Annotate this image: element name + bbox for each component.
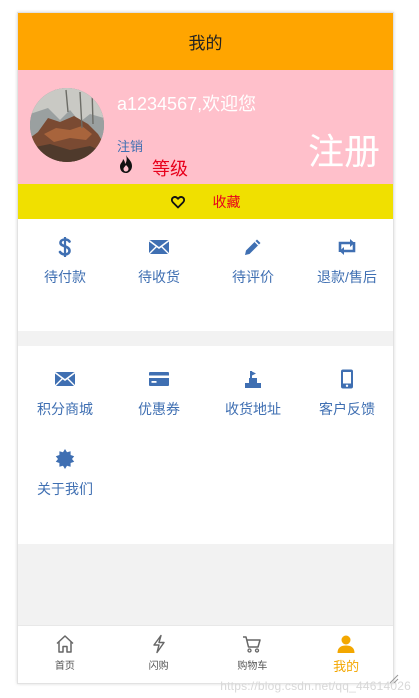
grid-label: 待收货: [138, 269, 180, 285]
level-label[interactable]: 等级: [152, 155, 188, 181]
grid-label: 退款/售后: [317, 269, 377, 285]
grid-label: 待付款: [44, 269, 86, 285]
heart-icon: [170, 195, 185, 208]
grid-item-pending-payment[interactable]: 待付款: [18, 236, 112, 287]
watermark: https://blog.csdn.net/qq_44614026: [220, 679, 411, 693]
phone-icon: [336, 368, 358, 390]
title-bar: 我的: [18, 13, 393, 70]
logout-link[interactable]: 注销: [117, 136, 143, 155]
badge-icon: [54, 448, 76, 470]
phone-frame: 我的 a1234567,欢迎您 注销 等级 注册 收藏 待付款 待收货 待评价 …: [17, 12, 394, 684]
profile-header: a1234567,欢迎您 注销 等级 注册: [18, 70, 393, 184]
tab-flash-sale[interactable]: 闪购: [112, 626, 206, 683]
grid-item-points-mall[interactable]: 积分商城: [18, 368, 112, 419]
lightning-icon: [148, 633, 170, 655]
grid-item-refund[interactable]: 退款/售后: [300, 236, 393, 287]
orders-card: 待付款 待收货 待评价 退款/售后: [18, 219, 393, 331]
tab-home[interactable]: 首页: [18, 626, 112, 683]
services-card: 积分商城 优惠券 收货地址 客户反馈 关于我们: [18, 346, 393, 544]
grid-label: 收货地址: [225, 401, 281, 417]
grid-item-address[interactable]: 收货地址: [206, 368, 300, 419]
envelope-icon: [54, 368, 76, 390]
grid-item-pending-review[interactable]: 待评价: [206, 236, 300, 287]
map-pin-icon: [242, 368, 264, 390]
grid-label: 客户反馈: [319, 401, 375, 417]
page-title: 我的: [188, 34, 223, 53]
resize-handle-icon[interactable]: [389, 674, 399, 684]
user-icon: [335, 633, 357, 655]
register-button[interactable]: 注册: [308, 123, 380, 175]
home-icon: [54, 633, 76, 655]
dollar-icon: [54, 236, 76, 258]
tab-label: 购物车: [237, 661, 268, 672]
tab-label: 首页: [54, 661, 75, 672]
tab-mine[interactable]: 我的: [299, 626, 393, 683]
avatar[interactable]: [30, 88, 104, 162]
tab-label: 我的: [333, 659, 360, 674]
fire-icon: [120, 155, 132, 173]
tab-label: 闪购: [148, 661, 169, 672]
grid-item-about-us[interactable]: 关于我们: [18, 448, 112, 499]
credit-card-icon: [148, 368, 170, 390]
grid-item-pending-receipt[interactable]: 待收货: [112, 236, 206, 287]
retweet-icon: [336, 236, 358, 258]
favorites-bar[interactable]: 收藏: [18, 184, 393, 219]
grid-label: 关于我们: [37, 481, 93, 497]
grid-label: 积分商城: [37, 401, 93, 417]
bottom-tab-bar: 首页 闪购 购物车 我的: [18, 625, 393, 683]
tab-cart[interactable]: 购物车: [206, 626, 300, 683]
envelope-icon: [148, 236, 170, 258]
favorites-label: 收藏: [212, 193, 241, 210]
cart-icon: [241, 633, 263, 655]
welcome-text: a1234567,欢迎您: [117, 94, 257, 114]
grid-item-feedback[interactable]: 客户反馈: [300, 368, 393, 419]
grid-item-coupons[interactable]: 优惠券: [112, 368, 206, 419]
pencil-icon: [242, 236, 264, 258]
grid-label: 优惠券: [138, 401, 180, 417]
grid-label: 待评价: [232, 269, 274, 285]
